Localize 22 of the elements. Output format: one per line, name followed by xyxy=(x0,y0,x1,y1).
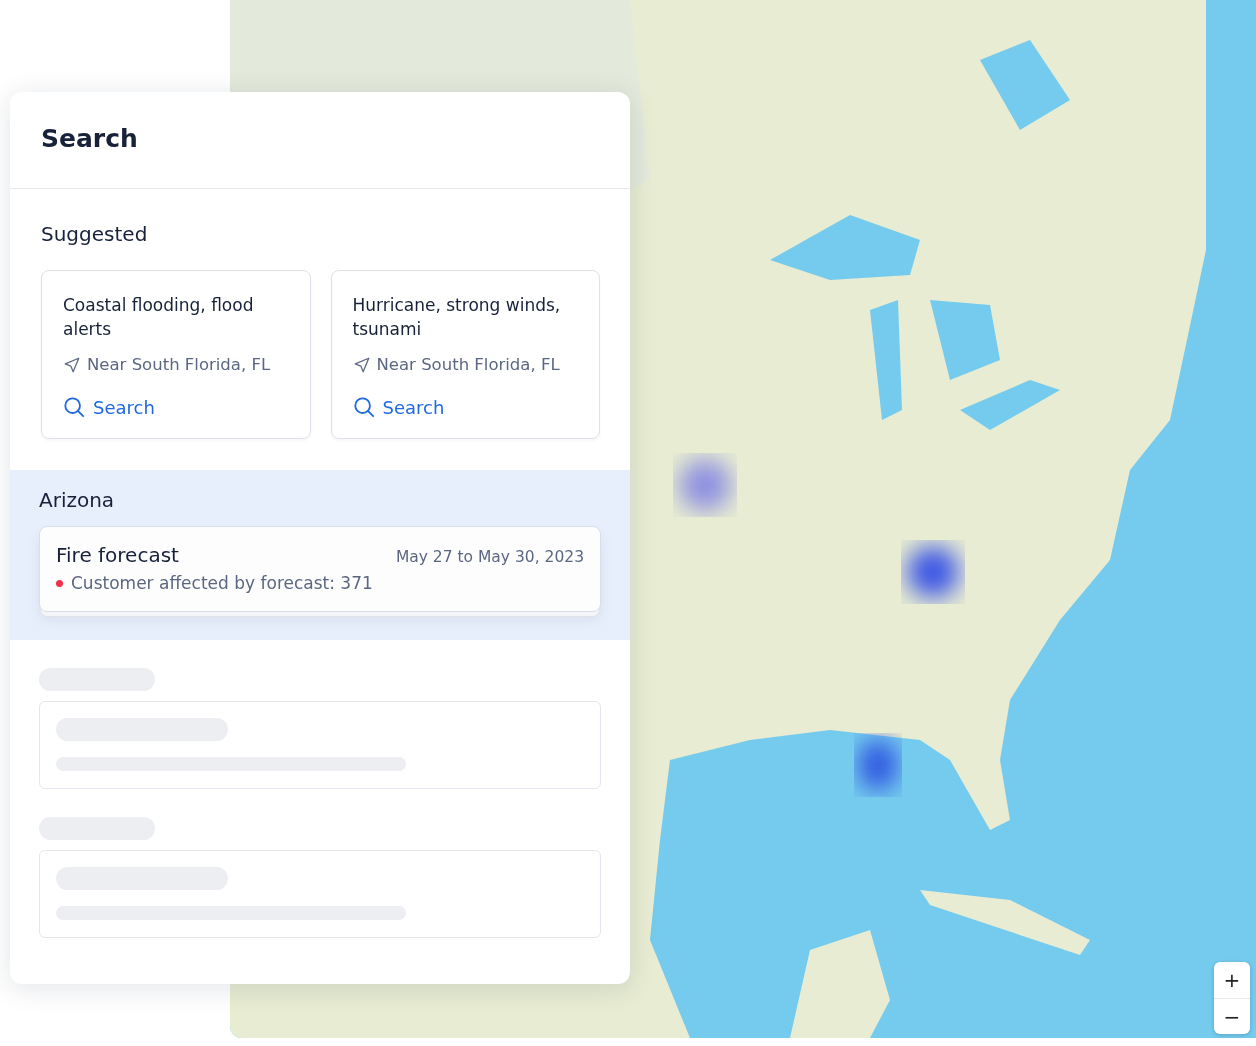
suggestion-card[interactable]: Coastal flooding, flood alerts Near South Florida, FL Search xyxy=(41,270,311,439)
suggestion-title: Hurricane, strong winds, tsunami xyxy=(352,294,562,341)
location-text: Near South Florida, FL xyxy=(376,355,560,374)
forecast-title: Fire forecast xyxy=(56,543,179,567)
zoom-button[interactable]: − xyxy=(1214,998,1250,1034)
suggestion-title: Coastal flooding, flood alerts xyxy=(63,294,255,341)
navigation-arrow-icon xyxy=(63,355,81,374)
search-icon xyxy=(63,396,85,418)
forecast-detail: Customer affected by forecast: 371 xyxy=(71,573,373,593)
search-link[interactable]: Search xyxy=(63,396,155,418)
region-name: Arizona xyxy=(39,488,115,512)
section-heading: Suggested xyxy=(41,222,148,246)
search-icon xyxy=(352,396,375,418)
panel-title: Search xyxy=(41,124,139,153)
location-text: Near South Florida, FL xyxy=(87,355,271,374)
date-range: May 27 to May 30, 2023 xyxy=(395,548,584,566)
region-group[interactable]: Arizona Fire forecast May 27 to May 30, 2023 Customer affected by forecast: 371 xyxy=(10,470,630,640)
suggestion-card[interactable]: Hurricane, strong winds, tsunami Near South Florida, FL Search xyxy=(330,270,600,439)
status-dot xyxy=(56,579,63,587)
navigation-arrow-icon xyxy=(352,355,371,374)
zoom-button[interactable]: + xyxy=(1214,962,1250,998)
search-link[interactable]: Search xyxy=(352,396,445,418)
